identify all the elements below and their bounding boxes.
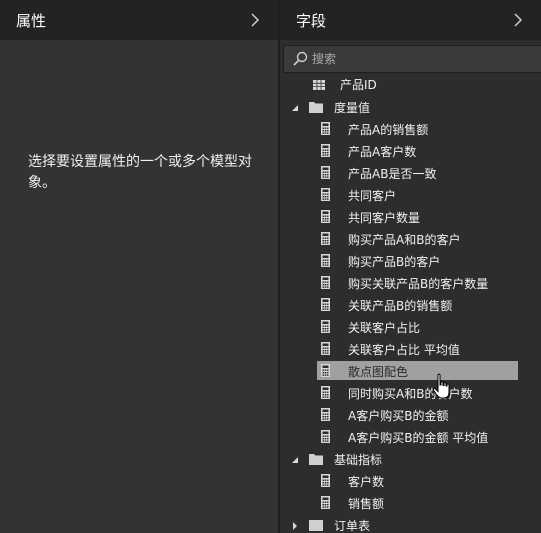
table-icon	[309, 519, 323, 531]
measure-label: 关联产品B的销售额	[348, 299, 453, 313]
calculator-icon	[321, 210, 330, 223]
measure-label: 共同客户数量	[348, 211, 421, 225]
measure-item-selected[interactable]: 散点图配色	[280, 360, 541, 382]
calculator-icon	[321, 474, 330, 487]
measure-item[interactable]: 购买关联产品B的客户数量	[280, 272, 541, 294]
calculator-icon	[321, 122, 330, 135]
collapse-properties-chevron-icon[interactable]	[246, 11, 264, 29]
calculator-icon	[321, 188, 330, 201]
properties-empty-message: 选择要设置属性的一个或多个模型对象。	[28, 154, 252, 191]
calculator-icon	[321, 430, 330, 443]
expanded-triangle-icon[interactable]	[290, 454, 300, 464]
measure-item[interactable]: 销售额	[280, 492, 541, 514]
folder-label: 基础指标	[334, 453, 383, 467]
measure-item[interactable]: 共同客户数量	[280, 206, 541, 228]
calculator-icon	[321, 364, 330, 377]
folder-icon	[309, 101, 323, 113]
measure-item[interactable]: A客户购买B的金额	[280, 404, 541, 426]
fields-tree: 产品ID 度量值 产品A的销售额 产品A客户数产品AB是否一致 共同客户共同客户数量…	[280, 78, 541, 533]
measure-item[interactable]: 关联客户占比	[280, 316, 541, 338]
measure-item[interactable]: A客户购买B的金额 平均值	[280, 426, 541, 448]
fields-header: 字段	[280, 0, 541, 40]
measure-label: 购买产品B的客户	[348, 255, 441, 269]
measure-item[interactable]: 产品AB是否一致	[280, 162, 541, 184]
measure-label: 销售额	[348, 497, 385, 511]
hand-cursor-icon	[432, 373, 454, 401]
measure-label: 产品A客户数	[348, 145, 417, 159]
field-label: 产品ID	[340, 78, 377, 92]
measure-item[interactable]: 关联客户占比 平均值	[280, 338, 541, 360]
measure-label: 购买关联产品B的客户数量	[348, 277, 489, 291]
fields-search-box[interactable]	[283, 45, 541, 73]
measure-item[interactable]: 共同客户	[280, 184, 541, 206]
measure-item[interactable]: 产品A客户数	[280, 140, 541, 162]
calculator-icon	[321, 276, 330, 289]
folder-label: 度量值	[334, 101, 371, 115]
measure-label: 关联客户占比 平均值	[348, 343, 460, 357]
table-orders[interactable]: 订单表	[280, 514, 541, 533]
properties-pane: 属性 选择要设置属性的一个或多个模型对象。	[0, 0, 278, 533]
measure-label: 散点图配色	[348, 365, 409, 379]
measure-item[interactable]: 关联产品B的销售额	[280, 294, 541, 316]
calculator-icon	[321, 320, 330, 333]
field-item-product-id[interactable]: 产品ID	[280, 78, 541, 96]
calculator-icon	[321, 386, 330, 399]
measure-item[interactable]: 产品A的销售额	[280, 118, 541, 140]
calculator-icon	[321, 342, 330, 355]
collapsed-triangle-icon[interactable]	[290, 520, 300, 530]
properties-header: 属性	[0, 0, 278, 40]
expanded-triangle-icon[interactable]	[290, 102, 300, 112]
fields-pane: 字段 产品ID 度量值 产品A的销售额产品A客户数产品AB是否一致共同客户共同客	[280, 0, 541, 533]
calculator-icon	[321, 298, 330, 311]
properties-title: 属性	[16, 11, 47, 30]
column-icon	[313, 79, 325, 90]
calculator-icon	[321, 232, 330, 245]
calculator-icon	[321, 496, 330, 509]
measure-item[interactable]: 购买产品A和B的客户	[280, 228, 541, 250]
measure-label: 产品AB是否一致	[348, 167, 437, 181]
calculator-icon	[321, 408, 330, 421]
folder-icon	[309, 453, 323, 465]
folder-basic-metrics[interactable]: 基础指标	[280, 448, 541, 470]
measure-label: 关联客户占比	[348, 321, 421, 335]
measure-item[interactable]: 客户数	[280, 470, 541, 492]
measure-label: 共同客户	[348, 189, 397, 203]
measure-label: 产品A的销售额	[348, 123, 429, 137]
measure-label: A客户购买B的金额 平均值	[348, 431, 489, 445]
measure-item[interactable]: 同时购买A和B的客户数	[280, 382, 541, 404]
fields-title: 字段	[296, 11, 327, 30]
folder-measures[interactable]: 度量值	[280, 96, 541, 118]
search-input[interactable]	[312, 47, 532, 71]
measure-label: 客户数	[348, 475, 385, 489]
collapse-fields-chevron-icon[interactable]	[509, 11, 527, 29]
calculator-icon	[321, 254, 330, 267]
search-icon	[288, 46, 312, 72]
measure-item[interactable]: 购买产品B的客户	[280, 250, 541, 272]
measure-label: 购买产品A和B的客户	[348, 233, 461, 247]
table-label: 订单表	[334, 519, 371, 533]
calculator-icon	[321, 166, 330, 179]
measure-label: A客户购买B的金额	[348, 409, 449, 423]
calculator-icon	[321, 144, 330, 157]
